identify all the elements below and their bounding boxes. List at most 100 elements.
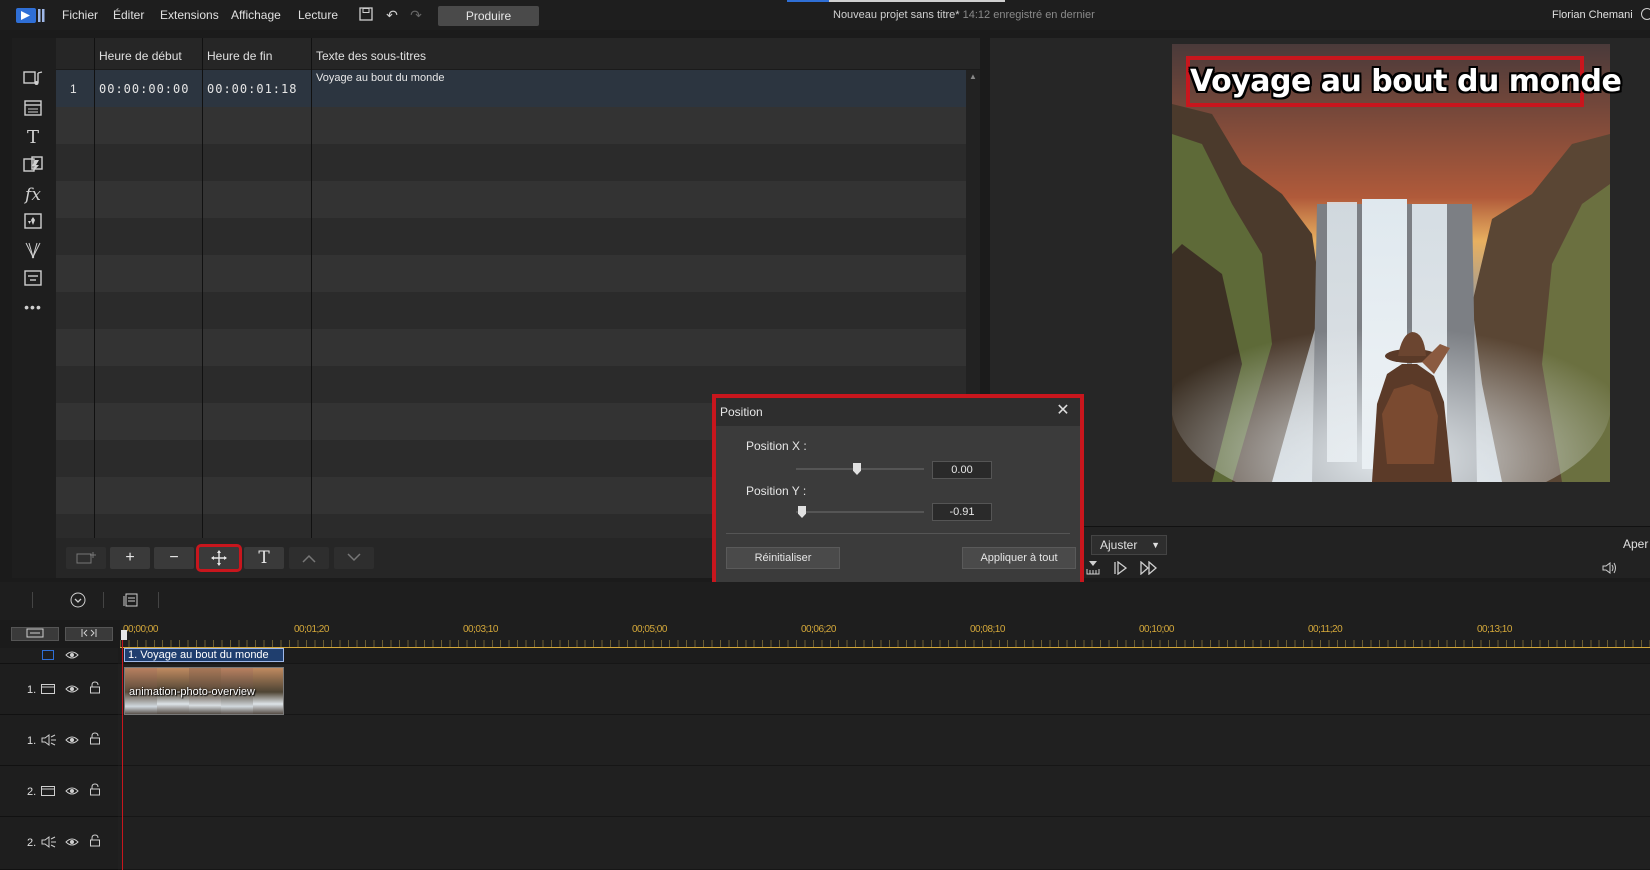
subtitle-text[interactable]: Voyage au bout du monde (316, 72, 444, 84)
font-settings-button[interactable]: T (244, 547, 284, 569)
add-subtitle-button[interactable]: + (110, 547, 150, 569)
apply-to-all-button[interactable]: Appliquer à tout (962, 547, 1076, 569)
position-x-slider-thumb[interactable] (853, 463, 861, 475)
transition-room-icon[interactable] (22, 156, 44, 178)
eye-icon[interactable] (65, 649, 79, 663)
move-down-button[interactable] (334, 547, 374, 569)
eye-icon[interactable] (65, 734, 79, 748)
save-status: 14:12 enregistré en dernier (962, 9, 1095, 21)
chevron-down-icon: ▼ (1151, 540, 1160, 550)
audio-track-2: 2. (0, 817, 1650, 870)
lock-icon[interactable] (88, 834, 102, 850)
app-logo-icon (16, 8, 45, 23)
remove-subtitle-button[interactable]: − (154, 547, 194, 569)
ruler-label: 00;13;10 (1477, 624, 1512, 635)
toolbar-divider (158, 592, 159, 608)
pip-room-icon[interactable] (22, 212, 44, 234)
produce-button[interactable]: Produire (438, 6, 539, 26)
close-icon[interactable]: ✕ (1054, 402, 1072, 420)
reset-button[interactable]: Réinitialiser (726, 547, 840, 569)
scroll-up-icon[interactable]: ▲ (969, 72, 977, 81)
subtitle-end-time[interactable]: 00:00:01:18 (207, 82, 297, 96)
more-rooms-icon[interactable]: ••• (22, 296, 44, 318)
track-body[interactable] (118, 715, 1650, 766)
empty-row (56, 144, 966, 181)
fit-dropdown[interactable]: Ajuster ▼ (1091, 535, 1167, 555)
playhead-handle[interactable] (121, 630, 127, 640)
dialog-body: Position X : 0.00 Position Y : -0.91 Réi… (716, 426, 1080, 584)
column-end-time: Heure de fin (207, 49, 273, 63)
empty-row (56, 107, 966, 144)
user-account-icon[interactable] (1641, 8, 1650, 20)
ruler-label: 00;00;00 (123, 624, 158, 635)
position-y-input[interactable]: -0.91 (932, 503, 992, 521)
track-manager-button[interactable] (11, 627, 59, 641)
playhead[interactable] (122, 630, 123, 870)
ruler-label: 00;06;20 (801, 624, 836, 635)
preview-subtitle-text: Voyage au bout du monde (1190, 64, 1622, 99)
next-frame-icon[interactable] (1112, 560, 1128, 576)
track-body[interactable] (118, 664, 1650, 715)
fit-timeline-button[interactable] (65, 627, 113, 641)
position-y-slider-thumb[interactable] (798, 506, 806, 518)
menu-affichage[interactable]: Affichage (231, 8, 281, 22)
preview-quality-label[interactable]: Aper (1623, 537, 1648, 551)
save-icon[interactable] (358, 7, 374, 23)
track-body[interactable] (118, 648, 1650, 664)
redo-icon[interactable]: ↷ (408, 7, 424, 23)
collapse-circle-icon[interactable] (69, 592, 87, 610)
video-clip[interactable]: animation-photo-overview (124, 667, 284, 715)
eye-icon[interactable] (65, 683, 79, 697)
menu-editer[interactable]: Éditer (113, 8, 144, 22)
lock-icon[interactable] (88, 732, 102, 748)
menu-bar: Fichier Éditer Extensions Affichage Lect… (0, 0, 1650, 30)
subtitle-room-icon[interactable] (22, 269, 44, 291)
eye-icon[interactable] (65, 785, 79, 799)
track-header: 2. (0, 766, 118, 817)
particle-room-icon[interactable] (22, 241, 44, 263)
templates-room-icon[interactable] (22, 99, 44, 121)
lock-icon[interactable] (88, 681, 102, 697)
position-x-input[interactable]: 0.00 (932, 461, 992, 479)
eye-icon[interactable] (65, 836, 79, 850)
timeline-ruler[interactable]: 00;00;00 00;01;20 00;03;10 00;05;00 00;0… (120, 620, 1650, 648)
fast-forward-icon[interactable] (1140, 560, 1157, 576)
dialog-titlebar[interactable]: Position ✕ (716, 398, 1080, 426)
fit-dropdown-value: Ajuster (1100, 538, 1138, 552)
mode-tab-indicator-active (829, 0, 1005, 2)
volume-icon[interactable] (1602, 561, 1618, 575)
track-number: 2. (27, 837, 37, 849)
menu-lecture[interactable]: Lecture (298, 8, 338, 22)
preview-frame (1172, 44, 1610, 482)
track-body[interactable] (118, 817, 1650, 870)
lock-icon[interactable] (88, 783, 102, 799)
user-name[interactable]: Florian Chemani (1552, 9, 1633, 21)
track-header (0, 648, 118, 664)
subtitle-list-icon[interactable] (122, 592, 140, 610)
media-room-icon[interactable] (22, 70, 44, 92)
menu-fichier[interactable]: Fichier (62, 8, 98, 22)
undo-icon[interactable]: ↶ (384, 7, 400, 23)
position-y-slider-track[interactable] (796, 511, 924, 513)
project-name: Nouveau projet sans titre* (833, 9, 960, 21)
subtitle-clip[interactable]: 1. Voyage au bout du monde (124, 648, 284, 662)
subtitle-row[interactable]: 1 00:00:00:00 00:00:01:18 Voyage au bout… (56, 70, 966, 107)
position-button[interactable] (196, 544, 242, 572)
ruler-label: 00;08;10 (970, 624, 1005, 635)
audio-track-icon (41, 836, 56, 851)
effects-room-icon[interactable]: fx (22, 184, 44, 206)
preview-controls: Ajuster ▼ Aper (990, 526, 1650, 578)
subtitle-track-icon[interactable] (41, 649, 55, 663)
title-room-icon[interactable]: T (22, 127, 44, 149)
menu-extensions[interactable]: Extensions (160, 8, 219, 22)
ruler-label: 00;11;20 (1308, 624, 1343, 635)
video-track-2: 2. (0, 766, 1650, 817)
subtitle-table-header: Heure de début Heure de fin Texte des so… (56, 38, 980, 70)
import-subtitles-button[interactable] (66, 547, 106, 569)
subtitle-start-time[interactable]: 00:00:00:00 (99, 82, 189, 96)
track-body[interactable] (118, 766, 1650, 817)
column-start-time: Heure de début (99, 49, 182, 63)
position-x-label: Position X : (746, 439, 807, 453)
mark-frame-icon[interactable] (1085, 561, 1101, 575)
move-up-button[interactable] (289, 547, 329, 569)
